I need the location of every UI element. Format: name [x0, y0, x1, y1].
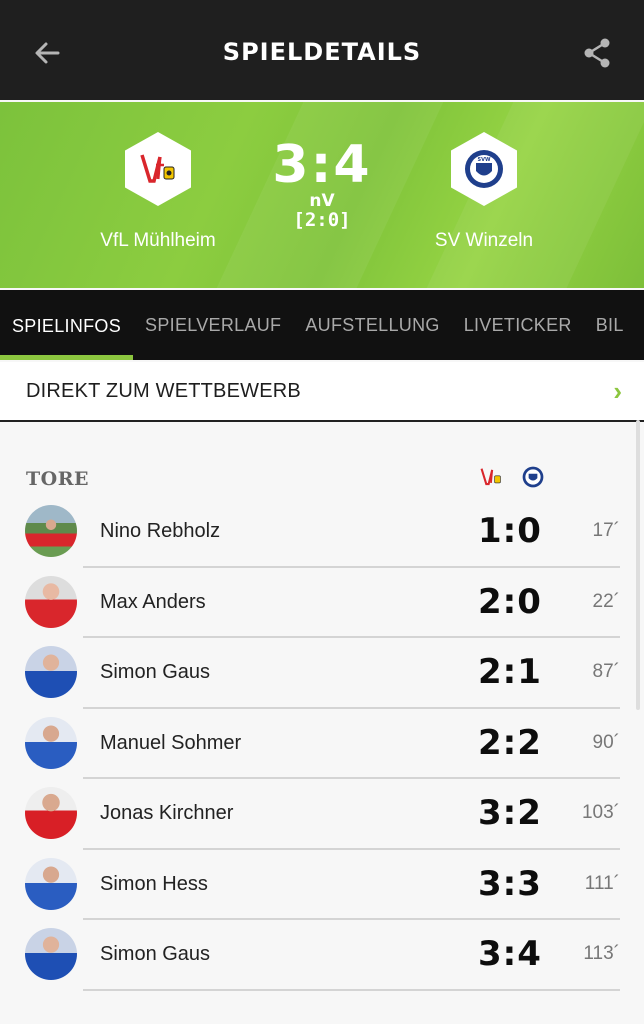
tab-spielinfos[interactable]: SPIELINFOS: [0, 290, 134, 360]
goals-header: TORE: [0, 464, 644, 494]
goals-title: TORE: [26, 468, 89, 490]
player-avatar: [25, 787, 77, 839]
svg-text:SVW: SVW: [478, 157, 491, 163]
goal-scorer: Max Anders: [100, 590, 206, 613]
goal-row[interactable]: Jonas Kirchner 3:2 103´: [0, 779, 644, 850]
goals-section: TORE Nino Rebholz 1:0 17´ Max Anders 2:0…: [0, 422, 644, 991]
goals-team-logos: [478, 464, 546, 490]
goal-row[interactable]: Simon Gaus 3:4 113´: [0, 920, 644, 991]
goal-scorer: Jonas Kirchner: [100, 802, 234, 824]
tab-spielverlauf[interactable]: SPIELVERLAUF: [133, 290, 293, 360]
goal-minute: 87´: [592, 661, 620, 682]
goal-minute: 113´: [583, 943, 620, 964]
tab-aufstellung[interactable]: AUFSTELLUNG: [293, 290, 451, 360]
goal-score: 2:0: [478, 581, 542, 622]
goal-scorer: Simon Gaus: [100, 943, 211, 965]
goal-row[interactable]: Manuel Sohmer 2:2 90´: [0, 709, 644, 779]
row-divider: [83, 988, 620, 991]
goal-minute: 90´: [592, 731, 620, 753]
goal-score: 3:2: [478, 793, 542, 833]
away-team-name: SV Winzeln: [434, 230, 534, 251]
tab-bar: SPIELINFOS SPIELVERLAUF AUFSTELLUNG LIVE…: [0, 290, 644, 360]
goal-scorer: Simon Gaus: [100, 661, 211, 683]
share-icon[interactable]: [580, 36, 614, 70]
player-avatar: [25, 716, 77, 769]
match-header: VfL Mühlheim 3:4 nV [2:0] SVW SV Winzeln: [0, 102, 644, 288]
back-arrow-icon[interactable]: [30, 36, 64, 70]
away-team-mini-crest-icon: [520, 464, 546, 490]
goal-row[interactable]: Simon Gaus 2:1 87´: [0, 638, 644, 709]
tab-bilder[interactable]: BIL: [584, 290, 636, 360]
goals-list: Nino Rebholz 1:0 17´ Max Anders 2:0 22´ …: [0, 497, 644, 991]
chevron-right-icon: ›: [613, 375, 622, 406]
goal-minute: 22´: [592, 590, 620, 612]
app-header: SPIELDETAILS: [0, 0, 644, 100]
home-team-mini-crest-icon: [478, 464, 504, 490]
goal-score: 3:4: [478, 934, 542, 974]
player-avatar: [25, 928, 77, 980]
goal-scorer: Simon Hess: [100, 872, 208, 895]
competition-link-label: DIREKT ZUM WETTBEWERB: [26, 379, 301, 402]
goal-scorer: Nino Rebholz: [100, 520, 221, 542]
goal-scorer: Manuel Sohmer: [100, 731, 242, 754]
goal-minute: 103´: [581, 802, 620, 823]
goal-minute: 17´: [592, 520, 620, 541]
scrollbar[interactable]: [636, 420, 640, 710]
goal-row[interactable]: Nino Rebholz 1:0 17´: [0, 497, 644, 568]
tab-liveticker[interactable]: LIVETICKER: [452, 290, 584, 360]
page-title: SPIELDETAILS: [222, 38, 422, 66]
player-avatar: [25, 505, 77, 557]
goal-row[interactable]: Max Anders 2:0 22´: [0, 568, 644, 638]
player-avatar: [25, 646, 77, 698]
player-avatar: [25, 575, 77, 628]
goal-score: 1:0: [478, 511, 542, 551]
away-team[interactable]: SVW SV Winzeln: [404, 132, 564, 252]
home-team-name: VfL Mühlheim: [100, 230, 216, 251]
goal-score: 2:1: [478, 652, 542, 692]
competition-link[interactable]: DIREKT ZUM WETTBEWERB ›: [0, 362, 644, 422]
away-team-crest-icon: SVW: [451, 132, 517, 206]
goal-score: 3:3: [478, 863, 542, 904]
goal-score: 2:2: [478, 722, 542, 763]
goal-row[interactable]: Simon Hess 3:3 111´: [0, 850, 644, 920]
goal-minute: 111´: [584, 872, 620, 894]
player-avatar: [25, 857, 77, 910]
